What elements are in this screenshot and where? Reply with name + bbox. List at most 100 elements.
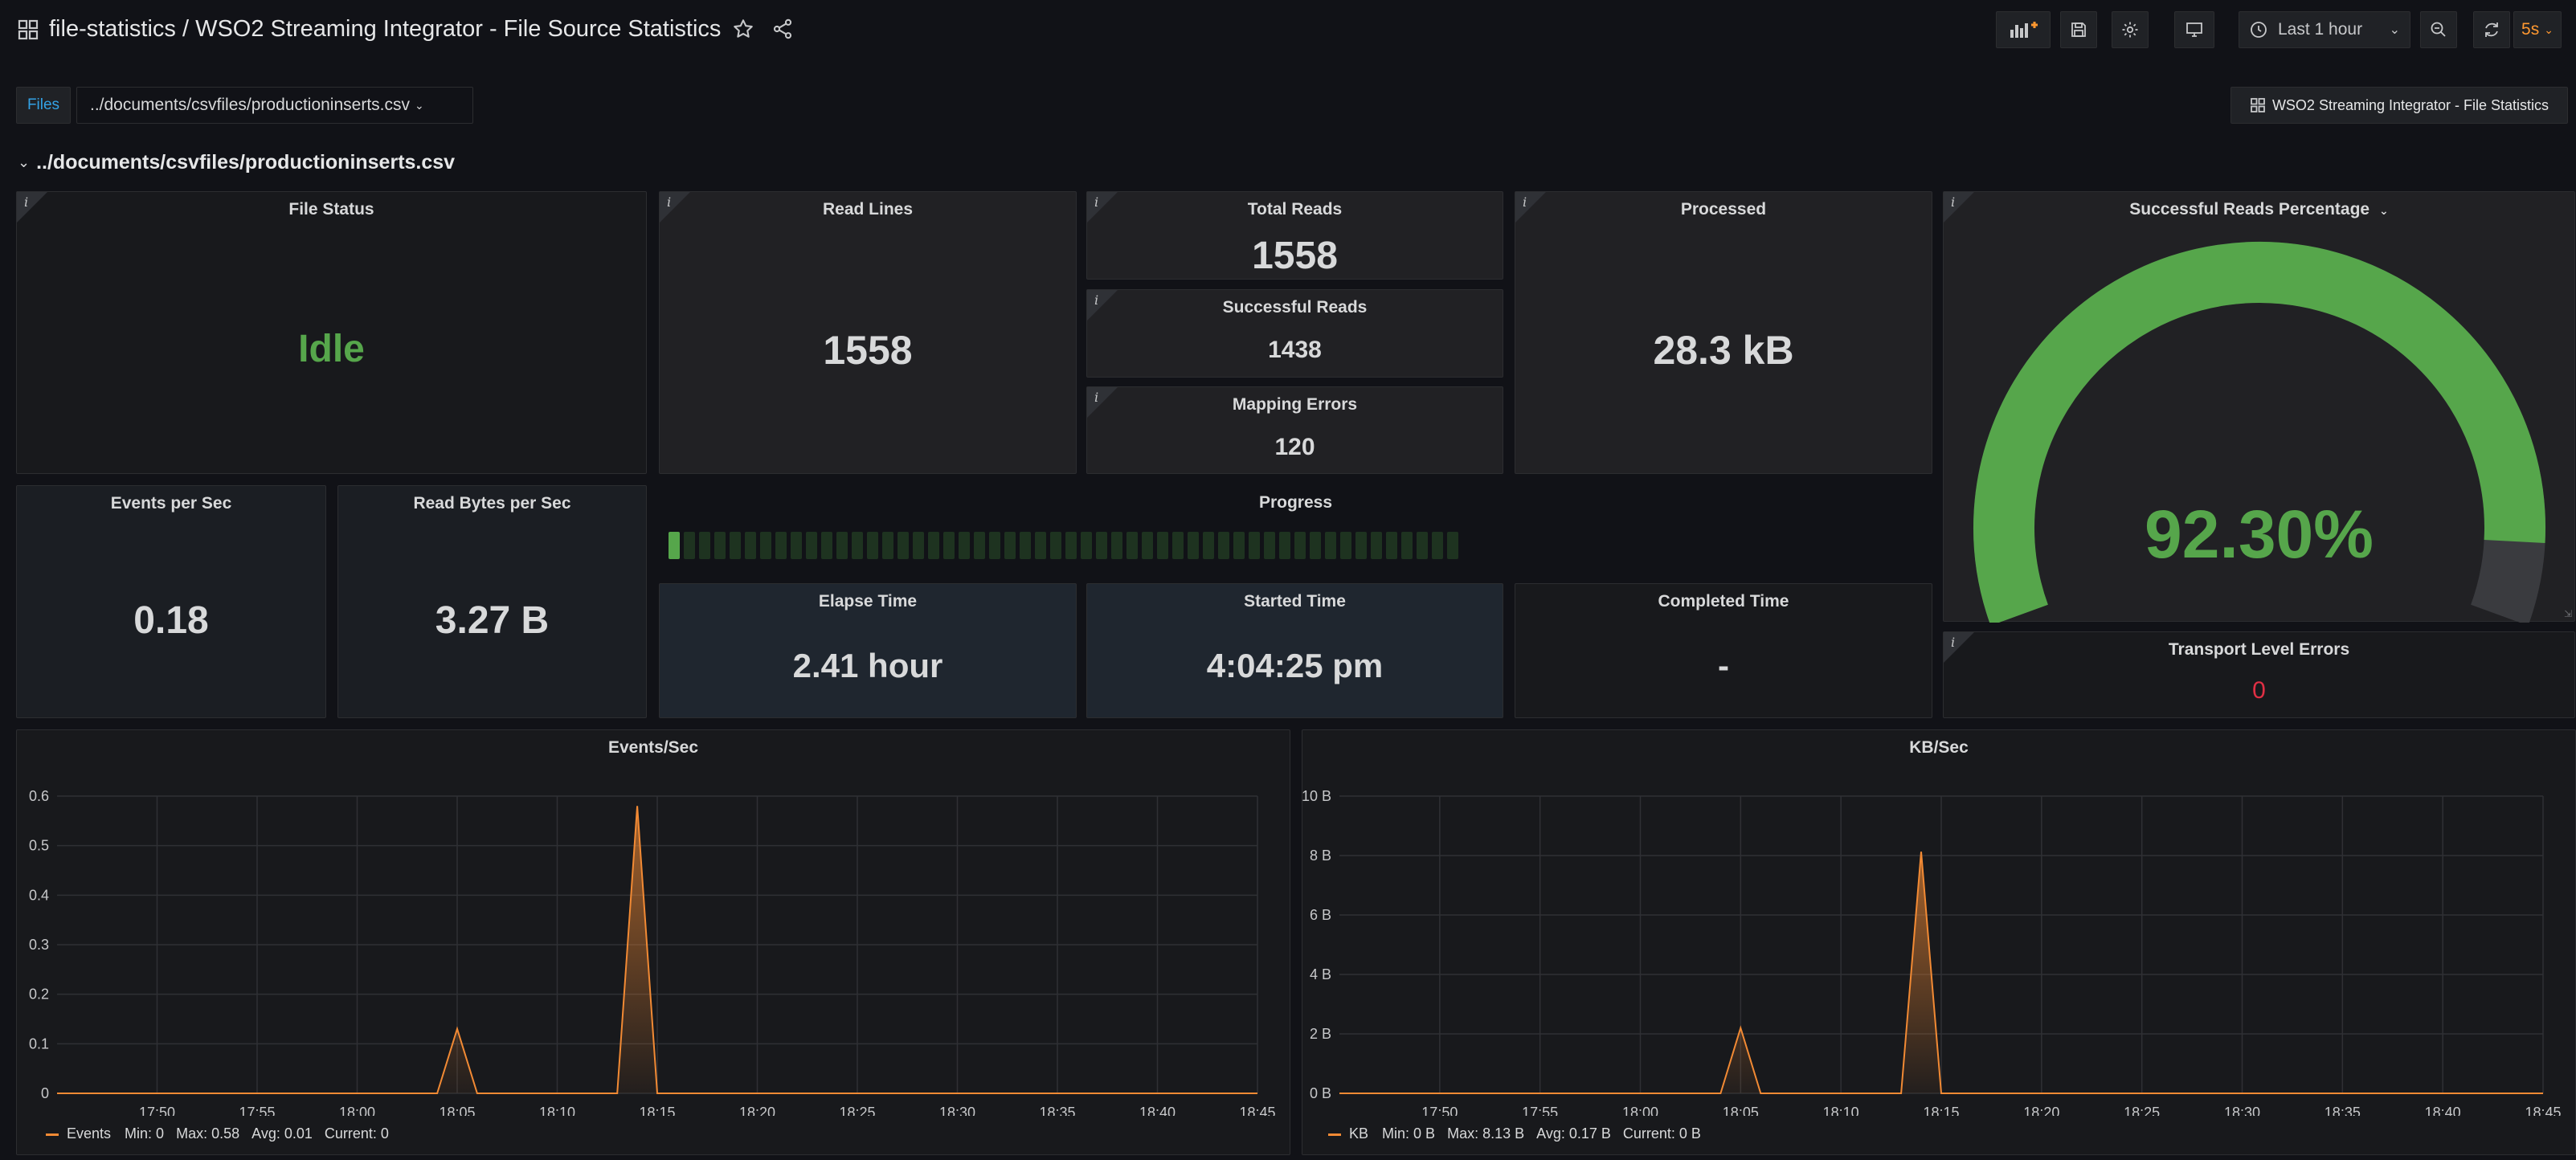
chevron-down-icon: ⌄ (415, 98, 424, 112)
share-icon[interactable] (771, 18, 794, 40)
x-tick-label: 18:40 (2425, 1105, 2461, 1116)
x-tick-label: 18:40 (1139, 1105, 1176, 1116)
x-tick-label: 18:15 (639, 1105, 675, 1116)
x-tick-label: 18:20 (739, 1105, 775, 1116)
legend-current: Current: 0 (324, 1125, 389, 1142)
resize-handle-icon[interactable]: ⇲ (2564, 608, 2572, 619)
progress-segment (1340, 532, 1351, 559)
y-tick-label: 4 B (1310, 966, 1331, 982)
x-tick-label: 17:55 (1522, 1105, 1558, 1116)
x-tick-label: 17:50 (1421, 1105, 1458, 1116)
panel-completed-time: Completed Time - (1515, 583, 1932, 718)
progress-segment (1172, 532, 1184, 559)
time-picker-button[interactable]: Last 1 hour ⌄ (2239, 11, 2410, 48)
progress-segment (882, 532, 893, 559)
files-variable-select[interactable]: ../documents/csvfiles/productioninserts.… (76, 87, 473, 124)
progress-segment (943, 532, 955, 559)
row-header[interactable]: ⌄ ../documents/csvfiles/productioninsert… (18, 149, 455, 175)
save-dashboard-button[interactable] (2060, 11, 2097, 48)
panel-transport-errors: i Transport Level Errors 0 (1943, 631, 2575, 718)
progress-segment (1157, 532, 1168, 559)
panel-events-per-sec: Events per Sec 0.18 (16, 485, 326, 718)
x-tick-label: 18:10 (1823, 1105, 1859, 1116)
dashboard-grid-icon (2251, 98, 2265, 112)
progress-segment (1020, 532, 1031, 559)
files-label-text: Files (27, 96, 60, 113)
progress-segment (1035, 532, 1046, 559)
progress-segment (1111, 532, 1122, 559)
events-sec-chart: 0 0.1 0.2 0.3 0.4 0.5 0.6 17:50 17:55 18:00 18:05 1… (29, 788, 1276, 1116)
dashboard-settings-button[interactable] (2112, 11, 2149, 48)
events-per-sec-value: 0.18 (133, 599, 209, 642)
legend-series-name[interactable]: Events (67, 1125, 111, 1142)
progress-segment (1310, 532, 1321, 559)
cycle-view-mode-button[interactable] (2174, 11, 2214, 48)
progress-segment (1081, 532, 1092, 559)
progress-segment (730, 532, 741, 559)
progress-segment (1279, 532, 1290, 559)
x-tick-label: 18:15 (1923, 1105, 1959, 1116)
read-lines-value: 1558 (823, 328, 913, 373)
progress-segment (1188, 532, 1199, 559)
x-tick-label: 18:25 (839, 1105, 875, 1116)
y-tick-label: 8 B (1310, 848, 1331, 864)
panel-title: Read Bytes per Sec (413, 494, 571, 513)
star-icon[interactable] (732, 18, 754, 40)
legend-swatch (1328, 1133, 1341, 1136)
progress-segment (1264, 532, 1275, 559)
success-pct-value: 92.30% (2145, 496, 2374, 572)
add-panel-button[interactable] (1996, 11, 2051, 48)
panel-title: Completed Time (1658, 592, 1789, 611)
progress-segment (898, 532, 909, 559)
progress-segment (1417, 532, 1428, 559)
progress-segment (1371, 532, 1382, 559)
panel-title: Processed (1680, 200, 1767, 219)
zoom-out-button[interactable] (2420, 11, 2457, 48)
dashboard-navbar: file-statistics / WSO2 Streaming Integra… (0, 0, 2576, 59)
panel-processed: i Processed 28.3 kB (1515, 191, 1932, 474)
chevron-down-icon: ⌄ (2544, 22, 2554, 36)
x-tick-label: 18:25 (2124, 1105, 2160, 1116)
progress-segment (1432, 532, 1443, 559)
apps-grid-icon[interactable] (18, 19, 39, 40)
panel-title: Started Time (1244, 592, 1346, 611)
y-tick-label: 6 B (1310, 907, 1331, 923)
progress-segment (791, 532, 802, 559)
legend-series-name[interactable]: KB (1349, 1125, 1368, 1142)
elapse-time-value: 2.41 hour (792, 647, 943, 684)
progress-segment (1386, 532, 1397, 559)
chart-legend: Events Min: 0 Max: 0.58 Avg: 0.01 Curren… (46, 1125, 389, 1142)
y-tick-label: 0 (41, 1085, 49, 1101)
panel-elapse-time: Elapse Time 2.41 hour (659, 583, 1077, 718)
refresh-interval-button[interactable]: 5s ⌄ (2513, 11, 2562, 48)
dashboard-link[interactable]: WSO2 Streaming Integrator - File Statist… (2230, 87, 2568, 124)
panel-successful-reads-percentage: i Successful Reads Percentage ⌄ 92.30% ⇲ (1943, 191, 2575, 623)
panel-file-status: i File Status Idle (16, 191, 647, 474)
progress-segment (1126, 532, 1138, 559)
panel-events-sec-graph: Events/Sec 0 0.1 0.2 0.3 0.4 0.5 0.6 17:50 17:55… (16, 729, 1290, 1155)
progress-segment (1065, 532, 1077, 559)
total-reads-value: 1558 (1252, 235, 1338, 277)
dashboard-title[interactable]: file-statistics / WSO2 Streaming Integra… (49, 16, 721, 43)
x-tick-label: 17:50 (139, 1105, 175, 1116)
progress-segment (1294, 532, 1306, 559)
x-tick-label: 18:35 (2325, 1105, 2361, 1116)
y-tick-label: 0 B (1310, 1085, 1331, 1101)
panel-title: Total Reads (1247, 200, 1343, 219)
progress-segment (974, 532, 985, 559)
panel-title: File Status (288, 200, 374, 219)
panel-started-time: Started Time 4:04:25 pm (1086, 583, 1503, 718)
refresh-button[interactable] (2473, 11, 2510, 48)
legend-avg: Avg: 0.17 B (1536, 1125, 1611, 1142)
x-tick-label: 18:00 (1622, 1105, 1658, 1116)
progress-segment (1203, 532, 1214, 559)
y-tick-label: 10 B (1302, 788, 1331, 804)
legend-min: Min: 0 (125, 1125, 165, 1142)
panel-total-reads: i Total Reads 1558 (1086, 191, 1503, 280)
progress-bar (669, 532, 1458, 559)
panel-title: Read Lines (822, 200, 914, 219)
x-tick-label: 18:30 (939, 1105, 975, 1116)
y-tick-label: 0.5 (29, 838, 49, 854)
time-range-label: Last 1 hour (2278, 20, 2363, 39)
mapping-errors-value: 120 (1274, 434, 1315, 460)
